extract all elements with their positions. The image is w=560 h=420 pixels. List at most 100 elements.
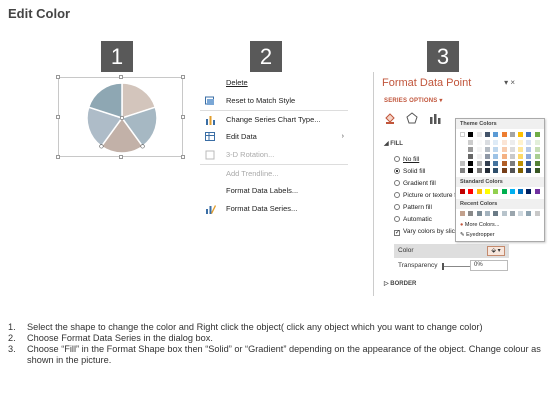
border-section-header[interactable]: ▷ BORDER <box>384 280 416 287</box>
checkbox-checked-icon[interactable]: ✓ <box>394 230 400 236</box>
theme-color-swatch[interactable] <box>501 132 507 137</box>
eyedropper-link[interactable]: ✎ Eyedropper <box>460 232 495 238</box>
theme-shade-swatch[interactable] <box>468 154 474 159</box>
series-options-icon[interactable] <box>429 111 441 124</box>
theme-shade-swatch[interactable] <box>518 154 524 159</box>
recent-color-swatch[interactable] <box>534 211 540 216</box>
theme-shade-swatch[interactable] <box>460 161 465 166</box>
theme-shade-swatch[interactable] <box>460 140 465 145</box>
theme-shade-swatch[interactable] <box>526 161 532 166</box>
theme-color-swatch[interactable] <box>518 132 524 137</box>
theme-color-swatch[interactable] <box>468 132 474 137</box>
recent-color-swatch[interactable] <box>476 211 482 216</box>
theme-shade-swatch[interactable] <box>509 147 515 152</box>
theme-shade-swatch[interactable] <box>476 168 482 173</box>
theme-shade-swatch[interactable] <box>476 140 482 145</box>
selection-handle[interactable] <box>99 144 104 149</box>
radio-button[interactable] <box>394 204 400 210</box>
radio-automatic[interactable]: Automatic <box>394 214 459 226</box>
menu-item-change-chart-type[interactable]: Change Series Chart Type... <box>200 110 348 128</box>
theme-shade-swatch[interactable] <box>476 147 482 152</box>
recent-color-swatch[interactable] <box>509 211 515 216</box>
theme-shade-swatch[interactable] <box>534 147 540 152</box>
resize-handle[interactable] <box>181 115 185 119</box>
resize-handle[interactable] <box>181 75 185 79</box>
pane-close-button[interactable]: ▾ × <box>504 78 515 87</box>
theme-shade-swatch[interactable] <box>501 140 507 145</box>
fill-section-header[interactable]: ◢ FILL <box>384 140 403 147</box>
standard-color-swatch[interactable] <box>484 189 490 194</box>
radio-button[interactable] <box>394 180 400 186</box>
recent-color-swatch[interactable] <box>518 211 524 216</box>
transparency-slider[interactable] <box>442 263 470 270</box>
radio-button[interactable] <box>394 192 400 198</box>
theme-shade-swatch[interactable] <box>484 168 490 173</box>
theme-color-swatch[interactable] <box>509 132 515 137</box>
theme-shade-swatch[interactable] <box>501 168 507 173</box>
menu-item-reset-style[interactable]: Reset to Match Style <box>200 92 348 110</box>
resize-handle[interactable] <box>119 155 123 159</box>
theme-shade-swatch[interactable] <box>534 140 540 145</box>
theme-color-swatch[interactable] <box>526 132 532 137</box>
theme-shade-swatch[interactable] <box>484 147 490 152</box>
standard-color-swatch[interactable] <box>460 189 465 194</box>
checkbox-vary-colors[interactable]: ✓ Vary colors by slice <box>394 226 459 238</box>
transparency-input[interactable]: 0% <box>470 260 508 271</box>
menu-item-delete[interactable]: Delete <box>200 74 348 92</box>
radio-button[interactable] <box>394 156 400 162</box>
menu-item-edit-data[interactable]: Edit Data › <box>200 128 348 146</box>
theme-shade-swatch[interactable] <box>468 147 474 152</box>
theme-shade-swatch[interactable] <box>493 168 499 173</box>
radio-button[interactable] <box>394 216 400 222</box>
standard-color-swatch[interactable] <box>509 189 515 194</box>
radio-picture-fill[interactable]: Picture or texture fi <box>394 190 459 202</box>
radio-solid-fill[interactable]: Solid fill <box>394 166 459 178</box>
theme-shade-swatch[interactable] <box>484 154 490 159</box>
theme-shade-swatch[interactable] <box>534 168 540 173</box>
resize-handle[interactable] <box>119 75 123 79</box>
theme-shade-swatch[interactable] <box>501 161 507 166</box>
theme-color-swatch[interactable] <box>484 132 490 137</box>
more-colors-link[interactable]: ● More Colors... <box>460 222 499 228</box>
menu-item-format-data-series[interactable]: Format Data Series... <box>200 200 348 218</box>
theme-shade-swatch[interactable] <box>518 161 524 166</box>
standard-color-swatch[interactable] <box>493 189 499 194</box>
selection-handle[interactable] <box>140 144 145 149</box>
theme-shade-swatch[interactable] <box>501 154 507 159</box>
theme-color-swatch[interactable] <box>460 132 465 137</box>
theme-shade-swatch[interactable] <box>493 161 499 166</box>
series-options-dropdown[interactable]: SERIES OPTIONS ▾ <box>384 97 443 104</box>
pie-chart[interactable] <box>59 78 184 158</box>
radio-pattern-fill[interactable]: Pattern fill <box>394 202 459 214</box>
theme-shade-swatch[interactable] <box>493 154 499 159</box>
theme-color-swatch[interactable] <box>493 132 499 137</box>
theme-shade-swatch[interactable] <box>518 147 524 152</box>
theme-shade-swatch[interactable] <box>526 154 532 159</box>
menu-item-format-data-labels[interactable]: Format Data Labels... <box>200 182 348 200</box>
theme-shade-swatch[interactable] <box>484 161 490 166</box>
standard-color-swatch[interactable] <box>526 189 532 194</box>
resize-handle[interactable] <box>56 155 60 159</box>
theme-shade-swatch[interactable] <box>509 161 515 166</box>
radio-gradient-fill[interactable]: Gradient fill <box>394 178 459 190</box>
theme-shade-swatch[interactable] <box>518 168 524 173</box>
chart-area[interactable] <box>56 75 185 159</box>
color-picker-button[interactable]: ⬙ ▾ <box>487 246 505 256</box>
theme-shade-swatch[interactable] <box>534 154 540 159</box>
standard-color-swatch[interactable] <box>476 189 482 194</box>
theme-shade-swatch[interactable] <box>518 140 524 145</box>
theme-shade-swatch[interactable] <box>460 154 465 159</box>
theme-shade-swatch[interactable] <box>468 161 474 166</box>
standard-color-swatch[interactable] <box>518 189 524 194</box>
theme-color-swatch[interactable] <box>534 132 540 137</box>
radio-no-fill[interactable]: No fill <box>394 154 459 166</box>
resize-handle[interactable] <box>56 75 60 79</box>
theme-shade-swatch[interactable] <box>460 168 465 173</box>
recent-color-swatch[interactable] <box>493 211 499 216</box>
recent-color-swatch[interactable] <box>484 211 490 216</box>
theme-shade-swatch[interactable] <box>493 140 499 145</box>
standard-color-swatch[interactable] <box>501 189 507 194</box>
theme-color-swatch[interactable] <box>476 132 482 137</box>
standard-color-swatch[interactable] <box>468 189 474 194</box>
theme-shade-swatch[interactable] <box>526 147 532 152</box>
